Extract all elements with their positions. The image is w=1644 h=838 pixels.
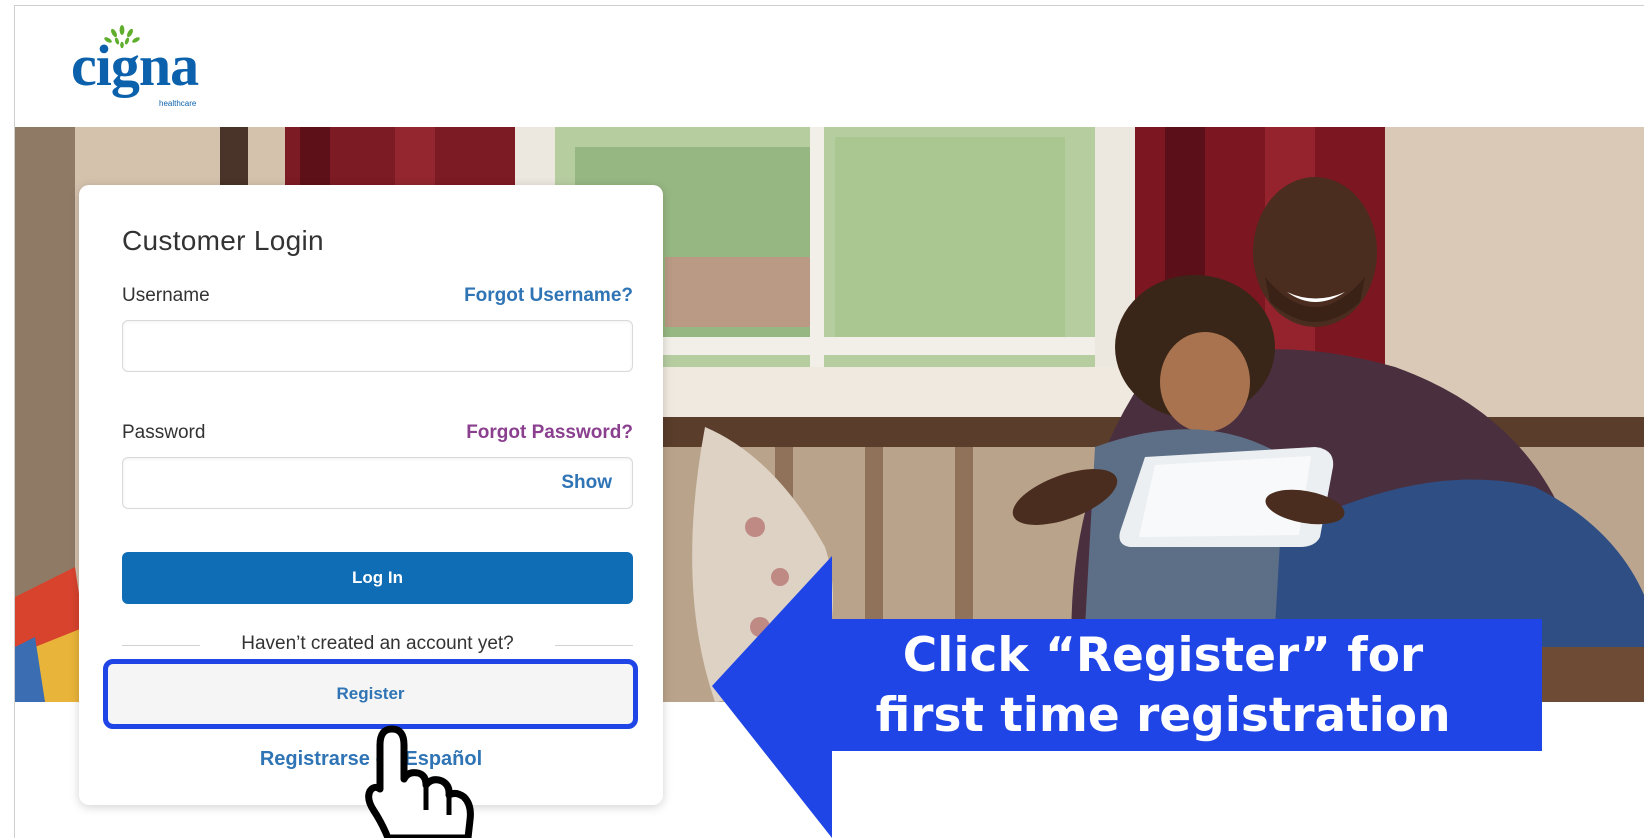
forgot-username-link[interactable]: Forgot Username?	[464, 285, 633, 307]
cigna-logo[interactable]: cigna healthcare	[67, 18, 227, 108]
divider-text: Haven’t created an account yet?	[241, 633, 514, 654]
site-header: cigna healthcare	[15, 6, 1644, 127]
username-label: Username	[122, 285, 210, 306]
callout-line-1: Click “Register” for	[902, 628, 1424, 683]
show-password-toggle[interactable]: Show	[561, 472, 612, 494]
logo-wordmark: cigna	[71, 33, 199, 98]
password-field[interactable]: Show	[122, 457, 633, 509]
logo-subtext: healthcare	[159, 99, 197, 108]
username-field[interactable]	[122, 320, 633, 372]
hand-pointer-icon	[365, 725, 474, 838]
username-input[interactable]	[123, 321, 632, 371]
login-card: Customer Login Username Forgot Username?…	[79, 185, 663, 805]
login-title: Customer Login	[122, 225, 324, 256]
callout-text: Click “Register” for first time registra…	[803, 626, 1523, 746]
forgot-password-link[interactable]: Forgot Password?	[466, 422, 633, 444]
login-button[interactable]: Log In	[122, 552, 633, 604]
account-divider: Haven’t created an account yet?	[122, 633, 633, 657]
password-input[interactable]	[123, 458, 632, 508]
divider-line-right	[555, 645, 633, 646]
callout-line-2: first time registration	[875, 688, 1451, 743]
password-label: Password	[122, 422, 206, 443]
